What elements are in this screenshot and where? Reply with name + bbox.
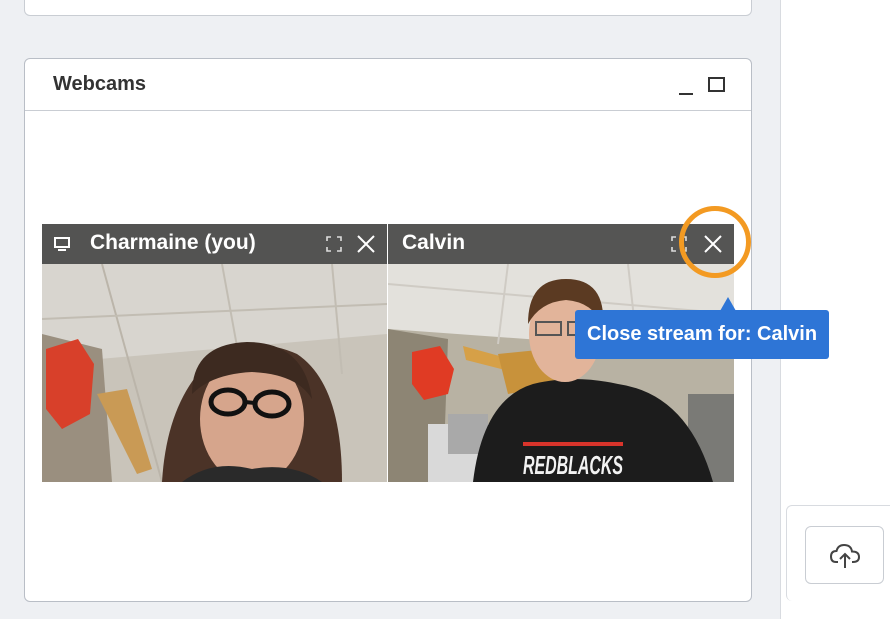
stream-name: Calvin xyxy=(402,231,466,254)
upload-button[interactable] xyxy=(805,526,884,584)
cloud-upload-icon xyxy=(830,543,860,568)
panel-header: Webcams xyxy=(25,59,751,111)
maximize-icon[interactable] xyxy=(708,77,725,92)
stream-titlebar: Calvin xyxy=(388,224,734,264)
stream-titlebar: Charmaine (you) xyxy=(42,224,387,264)
close-icon[interactable] xyxy=(355,233,377,255)
fullscreen-icon[interactable] xyxy=(325,235,343,253)
close-stream-icon[interactable] xyxy=(702,233,724,255)
minimize-icon[interactable] xyxy=(677,77,693,95)
panel-title: Webcams xyxy=(53,73,147,95)
webcam-stream-charmaine: Charmaine (you) xyxy=(42,224,387,482)
presenter-screen-icon xyxy=(54,237,70,251)
stream-name: Charmaine (you) xyxy=(90,231,256,254)
fullscreen-icon[interactable] xyxy=(670,235,688,253)
tooltip-arrow xyxy=(720,297,736,311)
previous-panel xyxy=(24,0,752,16)
close-stream-tooltip: Close stream for: Calvin xyxy=(575,310,830,359)
svg-text:REDBLACKS: REDBLACKS xyxy=(523,450,623,480)
